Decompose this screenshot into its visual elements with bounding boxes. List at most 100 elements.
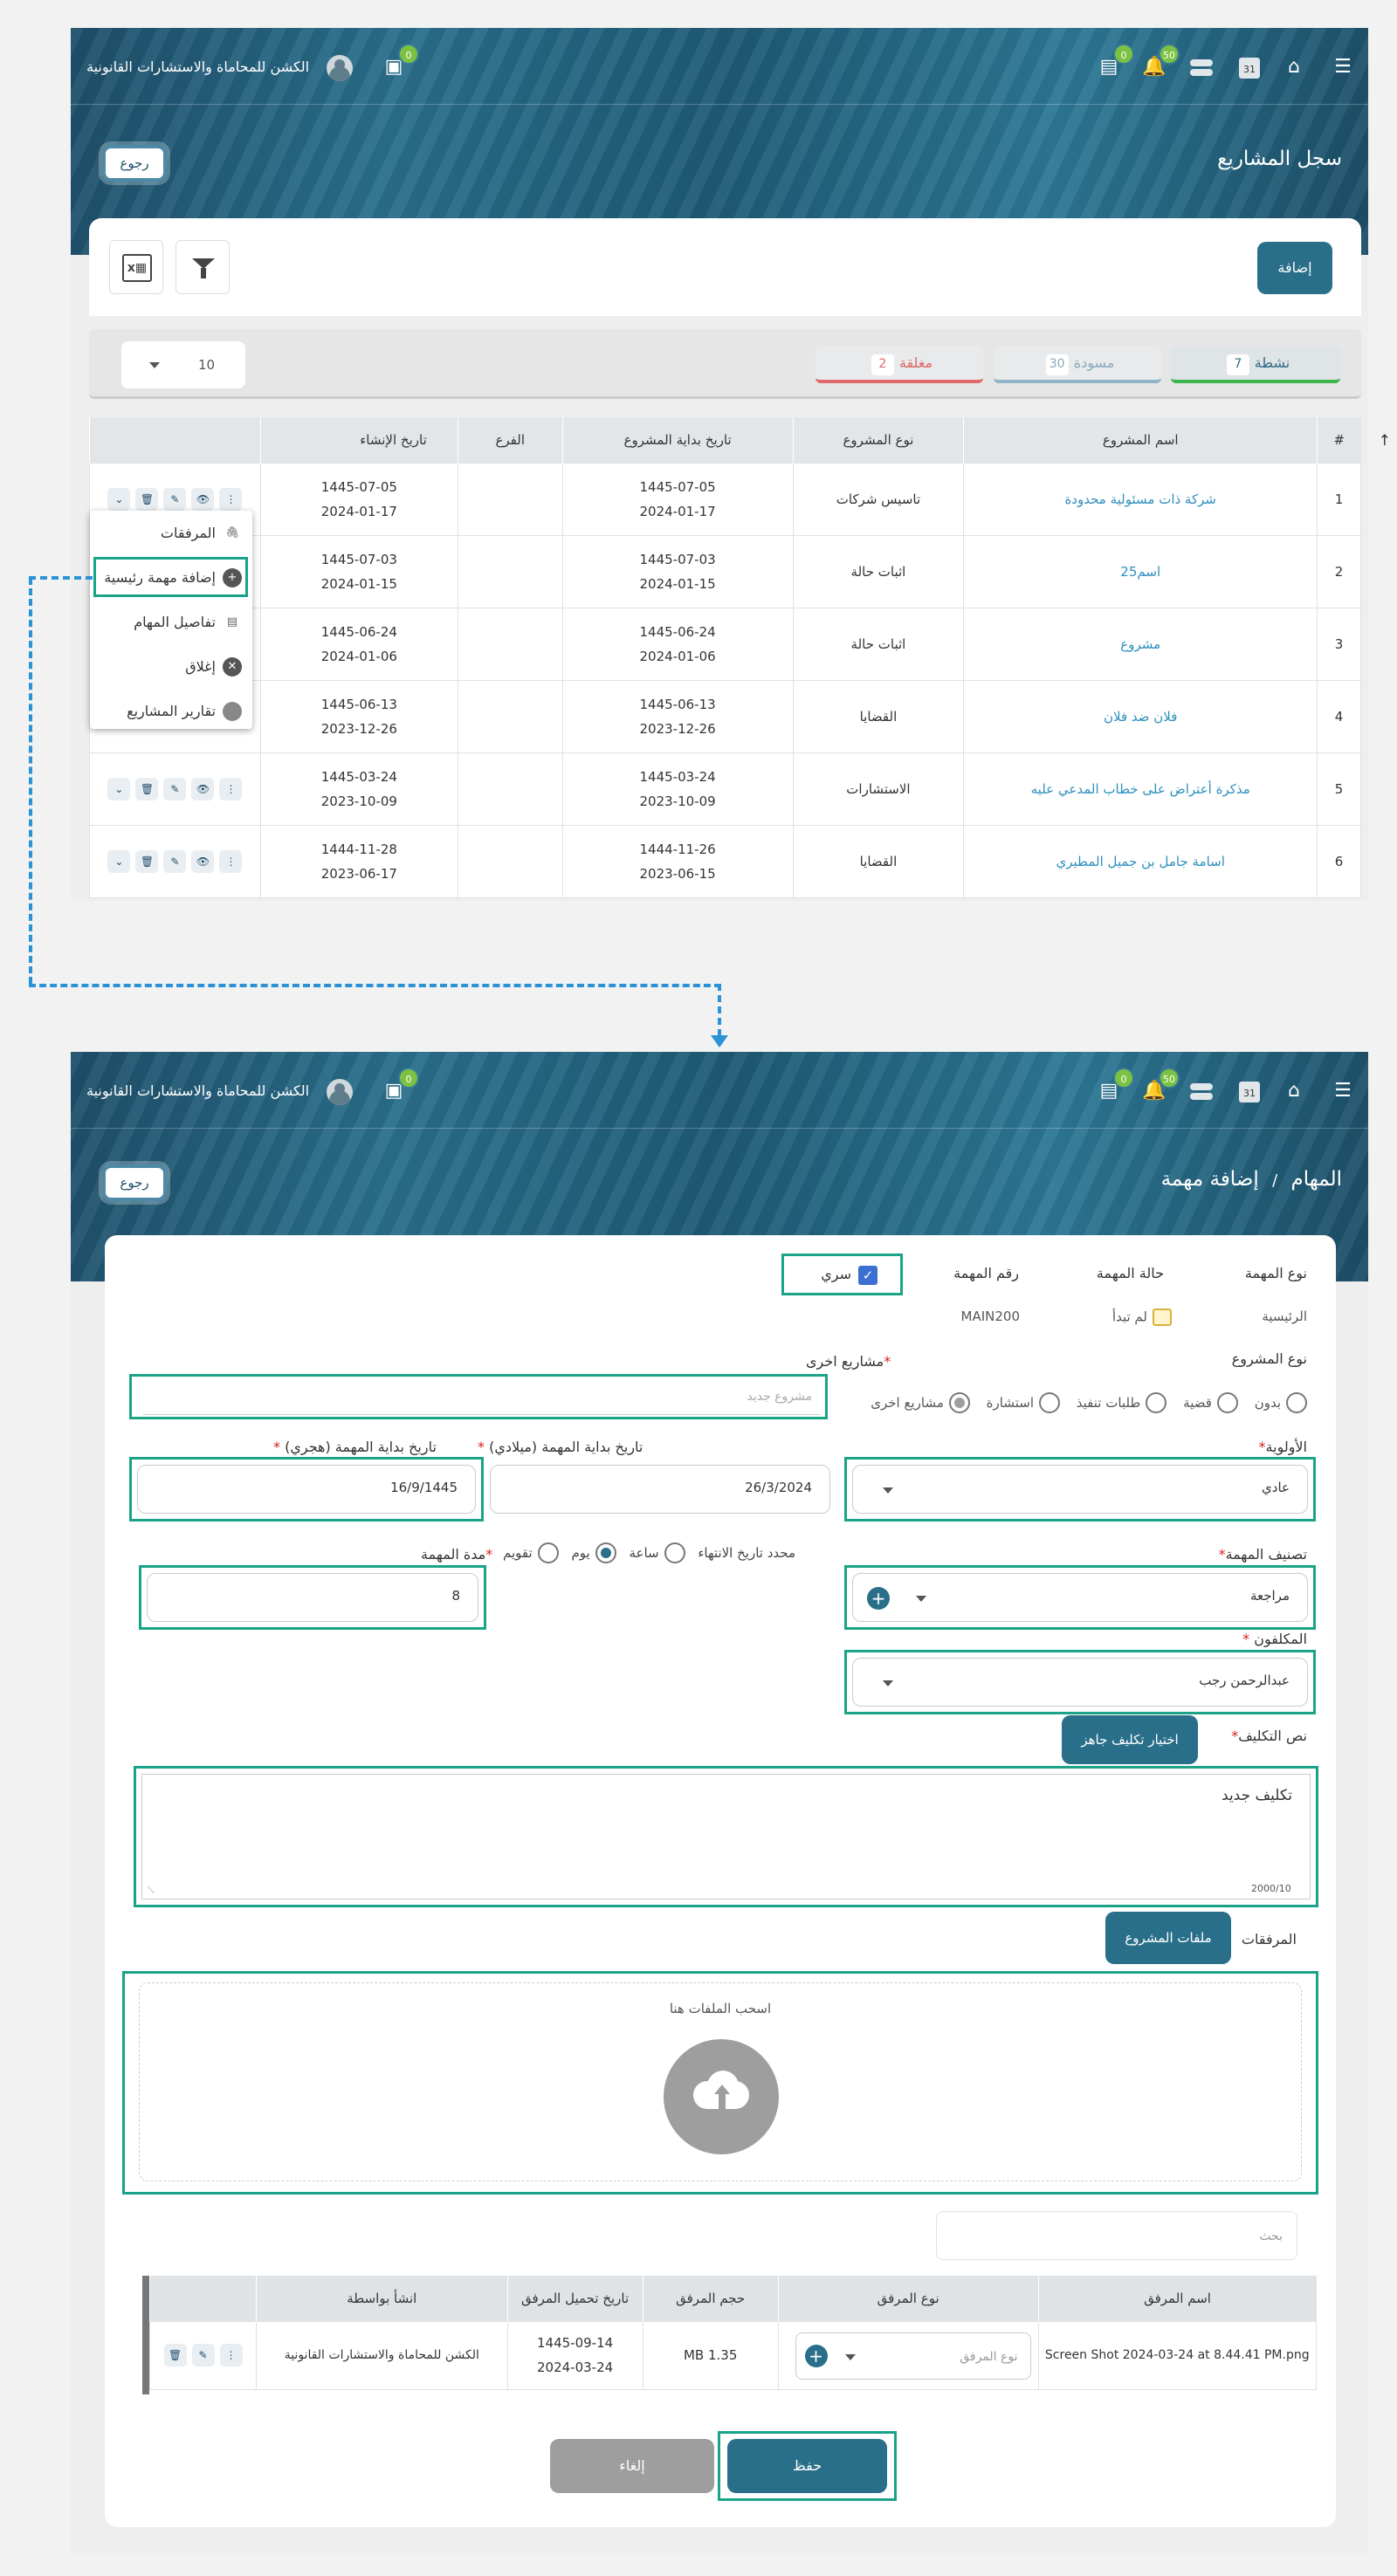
avatar[interactable] <box>327 1079 353 1105</box>
table-scroll-indicator[interactable] <box>142 2276 149 2394</box>
excel-export-button[interactable]: x▦ <box>109 240 163 294</box>
radio-day[interactable]: يوم <box>571 1542 616 1563</box>
delete-icon[interactable]: 🗑 <box>163 2344 187 2366</box>
assignees-label: المكلفون * <box>1242 1631 1307 1647</box>
project-name-link[interactable]: فلان ضد فلان <box>963 679 1318 753</box>
table-row: 1 شركة ذات مسئولية محدودة تاسيس شركات 1445-… <box>89 462 1361 536</box>
project-name-link[interactable]: مذكرة أعتراض على خطاب المدعي عليه <box>963 752 1318 826</box>
task-number-value: MAIN200 <box>960 1309 1020 1324</box>
chevron-down-icon <box>844 2353 856 2360</box>
edit-icon[interactable]: ✎ <box>163 487 187 511</box>
start-date-greg-input[interactable]: 26/3/2024 <box>490 1465 830 1514</box>
radio-calendar[interactable]: تقويم <box>503 1542 559 1563</box>
delete-icon[interactable]: 🗑 <box>135 777 159 800</box>
chevron-down-icon[interactable]: ⌄ <box>107 777 131 800</box>
filter-button[interactable] <box>175 240 230 294</box>
home-icon[interactable]: ⌂ <box>1281 54 1307 80</box>
radio-hour[interactable]: ساعة <box>629 1542 685 1563</box>
view-icon[interactable]: 👁 <box>191 849 215 873</box>
view-icon[interactable]: 👁 <box>191 487 215 511</box>
cancel-button[interactable]: إلغاء <box>550 2439 714 2493</box>
bell-badge: 50 <box>1159 1068 1180 1089</box>
delete-icon[interactable]: 🗑 <box>135 487 159 511</box>
add-classification-icon[interactable]: + <box>867 1587 890 1610</box>
project-name-link[interactable]: مشروع <box>963 607 1318 681</box>
calendar-icon[interactable]: 31 <box>1239 1082 1260 1103</box>
back-button[interactable]: رجوع <box>102 145 167 182</box>
menu-icon[interactable]: ☰ <box>1330 54 1356 80</box>
project-name-link[interactable]: اسم25 <box>963 534 1318 608</box>
more-icon[interactable]: ⋮ <box>219 2344 243 2366</box>
attachment-name[interactable]: Screen Shot 2024-03-24 at 8.44.41 PM.png <box>1037 2320 1318 2390</box>
delete-icon[interactable]: 🗑 <box>135 849 159 873</box>
duration-input[interactable]: 8 <box>147 1573 478 1622</box>
status-tab-draft[interactable]: مسودة30 <box>994 347 1161 383</box>
menu-item-close[interactable]: ✕ إغلاق <box>90 644 252 689</box>
breadcrumb-root[interactable]: المهام <box>1290 1168 1342 1191</box>
radio-case[interactable]: قضية <box>1183 1392 1238 1413</box>
calendar-icon[interactable]: 31 <box>1239 58 1260 79</box>
status-tab-closed[interactable]: مغلقة2 <box>815 347 983 383</box>
edit-icon[interactable]: ✎ <box>163 849 187 873</box>
radio-end-date[interactable]: محدد تاريخ الانتهاء <box>698 1545 795 1561</box>
attachment-type-select[interactable]: نوع المرفق + <box>795 2332 1031 2380</box>
flow-connector <box>29 984 721 987</box>
classification-select[interactable]: مراجعة + <box>852 1573 1308 1622</box>
more-icon[interactable]: ⋮ <box>219 487 243 511</box>
project-start-date: 1445-03-24 2023-10-09 <box>561 752 794 826</box>
toggle-icon[interactable] <box>1188 54 1215 80</box>
project-name-link[interactable]: اسامة جامل بن جميل المطيري <box>963 824 1318 898</box>
ready-assignment-button[interactable]: اختيار تكليف جاهز <box>1062 1715 1198 1764</box>
back-button[interactable]: رجوع <box>102 1164 167 1201</box>
top-bar: ☰ ⌂ 31 🔔 50 ▤ 0 الكشن للمحاماة والاستشارات… <box>71 1052 1368 1129</box>
toggle-icon[interactable] <box>1188 1078 1215 1104</box>
priority-select[interactable]: عادي <box>852 1465 1308 1514</box>
assignment-textarea[interactable]: تكليف جديد 2000/10 ⟋ <box>141 1774 1311 1899</box>
start-date-hijri-input[interactable]: 16/9/1445 <box>137 1465 476 1514</box>
edit-icon[interactable]: ✎ <box>191 2344 215 2366</box>
more-icon[interactable]: ⋮ <box>219 777 243 800</box>
avatar[interactable] <box>327 55 353 81</box>
attachments-search-input[interactable]: بحث <box>936 2211 1297 2260</box>
breadcrumb: المهام / إضافة مهمة <box>1161 1168 1342 1191</box>
project-branch <box>457 752 563 826</box>
other-projects-input[interactable]: مشروع جديد <box>143 1378 821 1415</box>
project-files-button[interactable]: ملفات المشروع <box>1105 1912 1231 1964</box>
radio-consultation[interactable]: استشارة <box>987 1392 1060 1413</box>
save-button[interactable]: حفظ <box>727 2439 887 2493</box>
resize-handle-icon[interactable]: ⟋ <box>148 1885 155 1897</box>
view-icon[interactable]: 👁 <box>191 777 215 800</box>
file-dropzone[interactable]: اسحب الملفات هنا <box>139 1982 1302 2181</box>
col-header: الفرع <box>457 417 563 463</box>
bell-icon[interactable]: 🔔 50 <box>1141 1068 1180 1104</box>
bell-icon[interactable]: 🔔 50 <box>1141 44 1180 80</box>
project-type: اثبات حالة <box>792 534 965 608</box>
more-icon[interactable]: ⋮ <box>219 849 243 873</box>
secret-checkbox[interactable]: ✓ سري <box>781 1254 903 1295</box>
cloud-upload-icon[interactable] <box>664 2039 779 2154</box>
add-type-icon[interactable]: + <box>804 2344 828 2367</box>
chat-icon[interactable]: ▣ 0 <box>381 1068 419 1104</box>
radio-execution[interactable]: طلبات تنفيذ <box>1077 1392 1167 1413</box>
chevron-down-icon[interactable]: ⌄ <box>107 487 131 511</box>
project-name-link[interactable]: شركة ذات مسئولية محدودة <box>963 462 1318 536</box>
messages-icon[interactable]: ▤ 0 <box>1096 1068 1134 1104</box>
menu-item-attachments[interactable]: 🖇 المرفقات <box>90 511 252 555</box>
radio-none[interactable]: بدون <box>1255 1392 1307 1413</box>
menu-item-project-reports[interactable]: تقارير المشاريع <box>90 689 252 733</box>
chevron-down-icon[interactable]: ⌄ <box>107 849 131 873</box>
edit-icon[interactable]: ✎ <box>163 777 187 800</box>
col-header-sortable[interactable]: اسم المشروع ↑ <box>963 417 1391 463</box>
page-size-value: 10 <box>198 357 216 373</box>
project-type-radios: بدون قضية طلبات تنفيذ استشارة مشاريع اخر… <box>871 1392 1307 1413</box>
home-icon[interactable]: ⌂ <box>1281 1078 1307 1104</box>
menu-item-task-details[interactable]: ▤ تفاصيل المهام <box>90 600 252 644</box>
messages-icon[interactable]: ▤ 0 <box>1096 44 1134 80</box>
chat-icon[interactable]: ▣ 0 <box>381 44 419 80</box>
assignees-select[interactable]: عبدالرحمن رجب <box>852 1658 1308 1707</box>
menu-icon[interactable]: ☰ <box>1330 1078 1356 1104</box>
page-size-select[interactable]: 10 <box>121 341 245 388</box>
radio-other-projects[interactable]: مشاريع اخرى <box>871 1392 970 1413</box>
add-button[interactable]: إضافة <box>1257 242 1332 294</box>
status-tab-active[interactable]: نشطة 7 <box>1171 347 1340 383</box>
